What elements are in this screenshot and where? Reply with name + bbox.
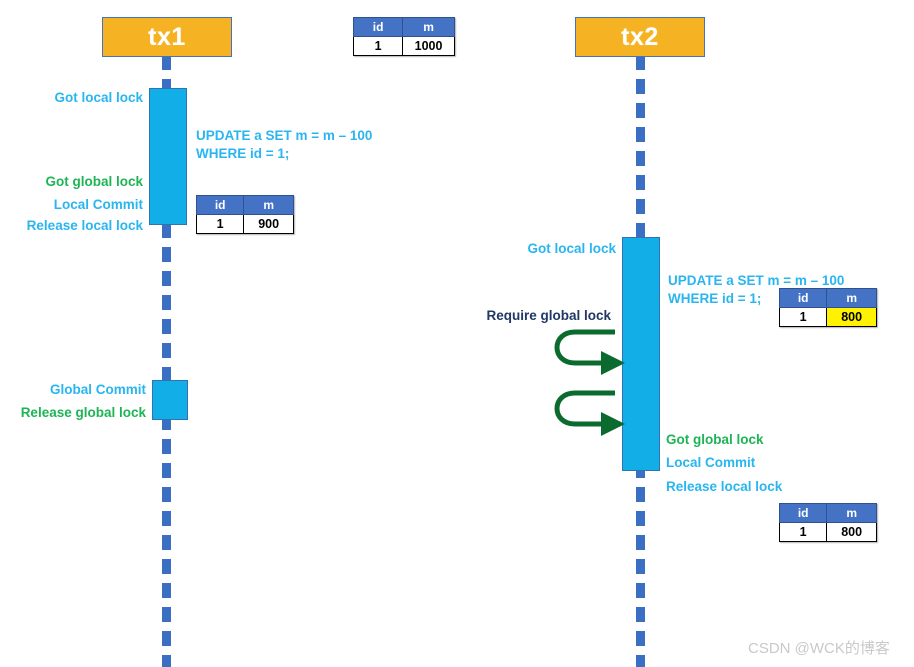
table-header-id: id [778,288,828,308]
table-cell-m: 800 [826,522,877,542]
activation-tx1-main[interactable] [149,88,187,225]
actor-tx2[interactable]: tx2 [575,17,705,57]
table-cell-id: 1 [778,522,828,542]
table-cell-m: 900 [243,214,294,234]
label-tx1-local-commit: Local Commit [0,197,143,213]
table-header-m: m [826,503,877,523]
label-tx2-release-local-lock: Release local lock [666,479,782,495]
table-header-id: id [352,17,404,37]
table-after-tx1-update: id m 1 900 [195,195,294,234]
label-tx1-got-global-lock: Got global lock [0,174,143,190]
table-tx2-pending: id m 1 800 [778,288,877,327]
label-text: Release global lock [20,405,146,420]
actor-tx1[interactable]: tx1 [102,17,232,57]
table-cell-id: 1 [778,307,828,327]
label-tx1-global-commit: Global Commit [0,382,146,398]
retry-arrow-curve-2 [554,390,615,427]
label-text: Local Commit [666,455,756,470]
table-cell-id: 1 [195,214,245,234]
label-tx2-require-global-lock: Require global lock [455,308,611,324]
label-text: Got global lock [45,174,143,189]
table-initial-state: id m 1 1000 [352,17,455,56]
sql-tx1-update: UPDATE a SET m = m – 100 WHERE id = 1; [196,128,373,162]
watermark: CSDN @WCK的博客 [748,640,890,657]
label-text: Require global lock [486,308,611,323]
label-text: Global Commit [49,382,146,397]
label-text: Release local lock [666,479,783,494]
activation-tx1-global-commit[interactable] [152,380,188,420]
table-row: 1 800 [778,522,877,542]
table-row: 1 800 [778,307,877,327]
table-header-id: id [195,195,245,215]
label-text: Got global lock [666,432,764,447]
retry-arrow-curve-1 [554,329,615,366]
table-cell-id: 1 [352,36,404,56]
label-tx2-got-global-lock: Got global lock [666,432,764,448]
label-tx1-release-global-lock: Release global lock [0,405,146,421]
label-text: Got local lock [54,90,143,105]
table-cell-m-highlighted: 800 [826,307,877,327]
table-cell-m: 1000 [402,36,455,56]
table-final-state: id m 1 800 [778,503,877,542]
table-row: 1 900 [195,214,294,234]
label-text: Got local lock [527,241,616,256]
diagram-canvas: tx1 tx2 id m 1 1000 Got local lock Got g… [0,0,914,667]
table-row: 1 1000 [352,36,455,56]
label-text: Local Commit [53,197,143,212]
label-tx2-got-local-lock: Got local lock [470,241,616,257]
table-header-id: id [778,503,828,523]
table-header-m: m [402,17,455,37]
actor-tx2-label: tx2 [621,22,659,51]
label-tx2-local-commit: Local Commit [666,455,755,471]
activation-tx2-main[interactable] [622,237,660,471]
label-tx1-got-local-lock: Got local lock [0,90,143,106]
actor-tx1-label: tx1 [148,22,186,51]
table-header-m: m [243,195,294,215]
label-tx1-release-local-lock: Release local lock [0,218,143,234]
label-text: Release local lock [26,218,143,233]
table-header-m: m [826,288,877,308]
